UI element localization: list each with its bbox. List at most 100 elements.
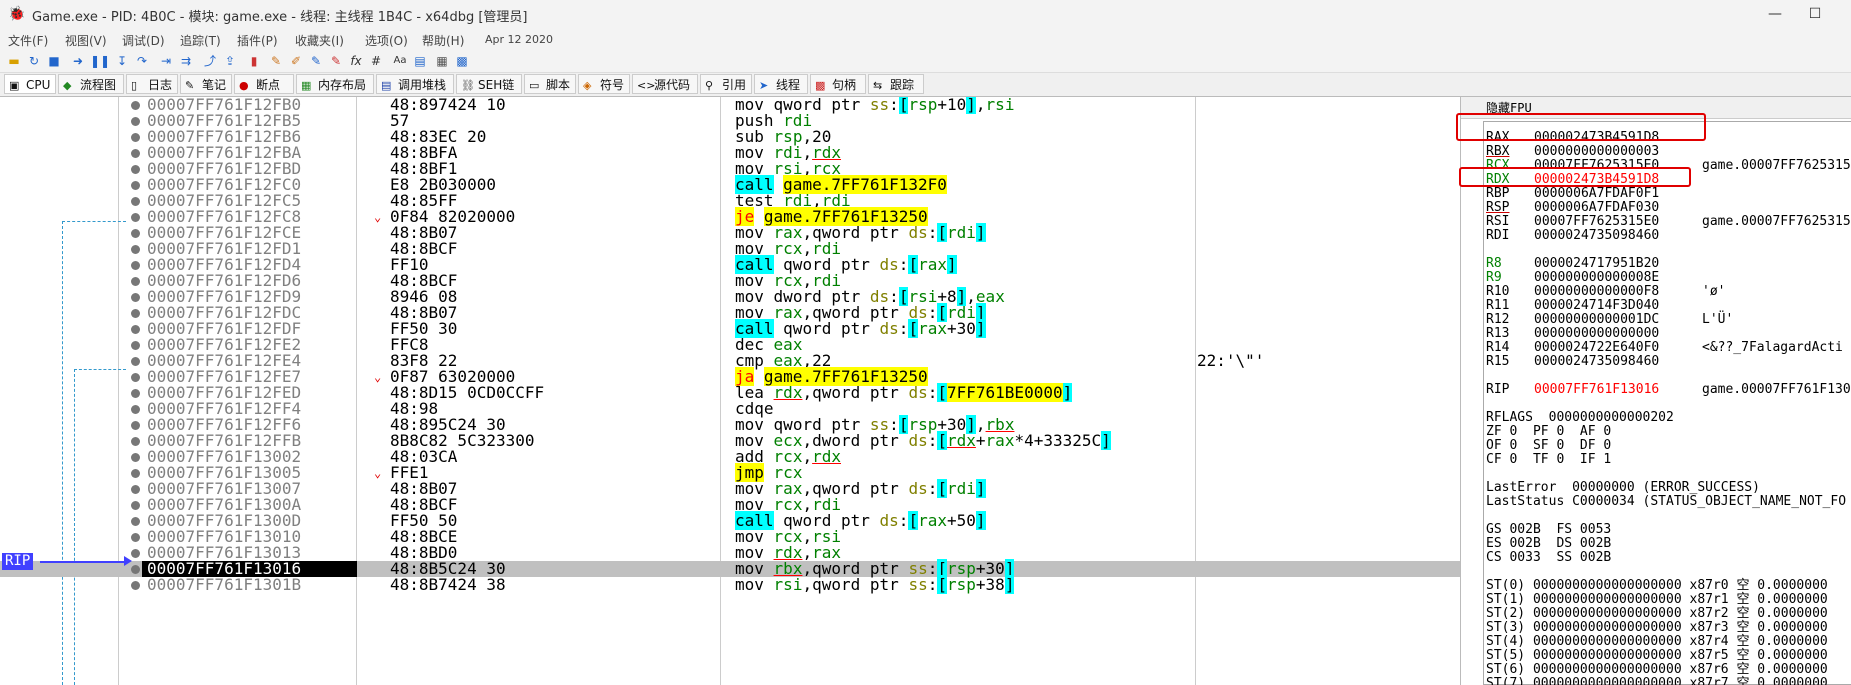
breakpoint-dot[interactable] [131,117,140,126]
register-value[interactable]: 0000024714F3D040 [1534,299,1702,313]
tab-log[interactable]: ▯ 日志 [126,74,178,94]
register-row-rsp[interactable]: RSP 0000006A7FDAF030 [1486,201,1702,215]
breakpoint-dot[interactable] [131,549,140,558]
breakpoint-dot[interactable] [131,181,140,190]
tab-cpu[interactable]: ▣ CPU [4,74,56,94]
breakpoint-dot[interactable] [131,533,140,542]
register-value[interactable]: 0000024735098460 [1534,355,1702,369]
register-value[interactable]: 000000000000008E [1534,271,1702,285]
register-row-r10[interactable]: R10 00000000000000F8'ø' [1486,285,1725,299]
tab-notes[interactable]: ✎ 笔记 [180,74,232,94]
breakpoint-dot[interactable] [131,325,140,334]
stop-icon[interactable]: ■ [46,53,62,69]
patch-icon[interactable]: ✎ [268,53,284,69]
breakpoint-dot[interactable] [131,469,140,478]
menu-favourites[interactable]: 收藏夹(I) [295,32,344,49]
menu-debug[interactable]: 调试(D) [122,32,165,49]
menu-file[interactable]: 文件(F) [8,32,48,49]
register-row-rbp[interactable]: RBP 0000006A7FDAF0F1 [1486,187,1702,201]
breakpoint-dot[interactable] [131,437,140,446]
register-value[interactable]: 00000000000001DC [1534,313,1702,327]
breakpoint-dot[interactable] [131,357,140,366]
run-to-user-code-icon[interactable]: ⇪ [222,53,238,69]
breakpoint-dot[interactable] [131,405,140,414]
restart-icon[interactable]: ↻ [26,53,42,69]
breakpoint-dot[interactable] [131,389,140,398]
tab-trace[interactable]: ⇆ 跟踪 [868,74,924,94]
menu-options[interactable]: 选项(O) [365,32,408,49]
tab-script[interactable]: ▭ 脚本 [524,74,576,94]
scylla-icon[interactable]: ▮ [246,53,262,69]
breakpoint-dot[interactable] [131,245,140,254]
breakpoint-dot[interactable] [131,213,140,222]
register-row-r14[interactable]: R14 0000024722E640F0 <&??_7FalagardActi [1486,341,1843,355]
breakpoint-dot[interactable] [131,309,140,318]
step-over-icon[interactable]: ↷ [134,53,150,69]
register-row-r8[interactable]: R8 0000024717951B20 [1486,257,1702,271]
breakpoint-dot[interactable] [131,277,140,286]
cheat-table-icon[interactable]: ▩ [454,53,470,69]
breakpoint-dot[interactable] [131,261,140,270]
disassembly-view[interactable]: 00007FF761F12FB0 48:897424 10 mov qword pt… [0,97,1460,685]
breakpoint-dot[interactable] [131,133,140,142]
pause-icon[interactable]: ❚❚ [90,53,110,69]
tab-handles[interactable]: ▩ 句柄 [810,74,866,94]
tab-breakpoints[interactable]: ● 断点 [234,74,294,94]
breakpoint-dot[interactable] [131,453,140,462]
breakpoint-dot[interactable] [131,165,140,174]
register-value[interactable]: 00007FF761F13016 [1534,383,1702,397]
register-value[interactable]: 0000000000000003 [1534,145,1702,159]
register-value[interactable]: 0000024722E640F0 [1534,341,1702,355]
breakpoint-dot[interactable] [131,373,140,382]
breakpoint-dot[interactable] [131,581,140,590]
register-row-rdi[interactable]: RDI 0000024735098460 [1486,229,1702,243]
execute-till-return-icon[interactable]: ⤴ [202,53,218,69]
register-row-rsi[interactable]: RSI 00007FF7625315E0 game.00007FF7625315E0 [1486,215,1851,229]
label-icon[interactable]: ✎ [328,53,344,69]
register-row-r15[interactable]: R15 0000024735098460 [1486,355,1702,369]
font-icon[interactable]: Aa [392,53,408,69]
register-value[interactable]: 0000006A7FDAF030 [1534,201,1702,215]
register-row-r12[interactable]: R12 00000000000001DC L'Ü' [1486,313,1733,327]
register-value[interactable]: 0000024735098460 [1534,229,1702,243]
tab-graph[interactable]: ◆ 流程图 [58,74,124,94]
minimize-button[interactable]: — [1755,2,1795,26]
register-value[interactable]: 0000006A7FDAF0F1 [1534,187,1702,201]
breakpoint-dot[interactable] [131,293,140,302]
comment-icon[interactable]: ✐ [288,53,304,69]
step-into-icon[interactable]: ↧ [114,53,130,69]
open-icon[interactable]: ▬ [6,53,22,69]
register-row-r13[interactable]: R13 0000000000000000 [1486,327,1702,341]
disasm-row[interactable]: 00007FF761F1301B 48:8B7424 38 mov rsi,qwor… [0,575,1460,594]
register-row-r11[interactable]: R11 0000024714F3D040 [1486,299,1702,313]
menu-trace[interactable]: 追踪(T) [180,32,221,49]
bookmark-icon[interactable]: ✎ [308,53,324,69]
tab-seh[interactable]: ⛓ SEH链 [456,74,522,94]
breakpoint-dot[interactable] [131,501,140,510]
tab-references[interactable]: ⚲ 引用 [700,74,752,94]
menu-plugins[interactable]: 插件(P) [237,32,278,49]
calculator-icon[interactable]: ▦ [434,53,450,69]
run-icon[interactable]: ➜ [70,53,86,69]
breakpoint-dot[interactable] [131,341,140,350]
tab-source[interactable]: <>源代码 [632,74,698,94]
breakpoint-dot[interactable] [131,421,140,430]
register-row-rbx[interactable]: RBX 0000000000000003 [1486,145,1702,159]
breakpoint-dot[interactable] [131,197,140,206]
register-row-r9[interactable]: R9 000000000000008E [1486,271,1702,285]
breakpoint-dot[interactable] [131,517,140,526]
trace-over-icon[interactable]: ⇉ [178,53,194,69]
trace-into-icon[interactable]: ⇥ [158,53,174,69]
breakpoint-dot[interactable] [131,149,140,158]
hash-icon[interactable]: # [368,53,384,69]
register-value[interactable]: 00007FF7625315E0 [1534,215,1702,229]
tab-call-stack[interactable]: ▤ 调用堆栈 [376,74,454,94]
breakpoint-dot[interactable] [131,565,140,574]
tab-threads[interactable]: ➤ 线程 [754,74,808,94]
maximize-button[interactable]: ☐ [1795,2,1835,26]
breakpoint-dot[interactable] [131,229,140,238]
menu-help[interactable]: 帮助(H) [422,32,464,49]
breakpoint-dot[interactable] [131,101,140,110]
register-row-rip[interactable]: RIP 00007FF761F13016 game.00007FF761F13016 [1486,383,1851,397]
module-icon[interactable]: ▤ [412,53,428,69]
